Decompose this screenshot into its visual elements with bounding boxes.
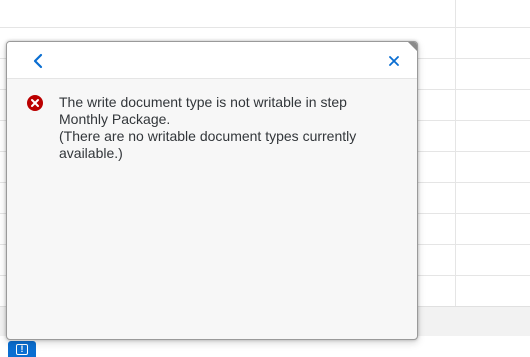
message-title: The write document type is not writable … xyxy=(59,94,347,127)
close-button[interactable] xyxy=(383,50,405,72)
message-description: (There are no writable document types cu… xyxy=(59,128,357,161)
popover-header xyxy=(7,42,417,79)
message-popup-button[interactable]: ! xyxy=(8,341,36,357)
chevron-left-icon xyxy=(33,53,43,69)
error-icon xyxy=(27,95,43,111)
close-icon xyxy=(389,56,399,66)
table-column-divider xyxy=(455,0,456,306)
message-text: The write document type is not writable … xyxy=(59,94,397,162)
message-popup-icon: ! xyxy=(16,343,28,355)
message-item: The write document type is not writable … xyxy=(27,94,397,162)
resize-handle[interactable] xyxy=(408,42,417,51)
message-popover: The write document type is not writable … xyxy=(6,41,418,340)
table-row-divider xyxy=(0,27,530,28)
back-button[interactable] xyxy=(27,50,49,72)
